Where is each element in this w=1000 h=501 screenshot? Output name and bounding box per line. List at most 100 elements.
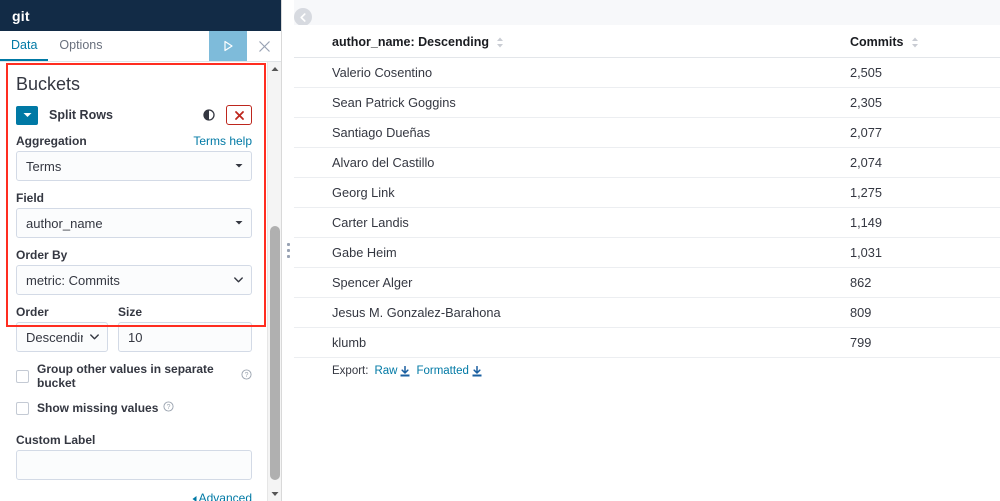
show-missing-values-checkbox[interactable]: [16, 401, 29, 415]
toggle-visibility-button[interactable]: [196, 105, 222, 125]
cell-author: Sean Patrick Goggins: [294, 87, 850, 118]
advanced-label: Advanced: [198, 491, 252, 501]
table-row: klumb 799: [294, 327, 1000, 358]
split-rows-header: Split Rows: [16, 105, 252, 125]
export-formatted-link[interactable]: Formatted: [416, 365, 482, 377]
cell-author: Spencer Alger: [294, 267, 850, 298]
order-label: Order: [16, 305, 49, 319]
column-header-commits[interactable]: Commits: [850, 25, 1000, 58]
visualization-panel: author_name: Descending Commits Valerio …: [294, 0, 1000, 501]
table-row: Jesus M. Gonzalez-Barahona 809: [294, 297, 1000, 328]
remove-x-icon: [234, 110, 244, 120]
collapse-editor-button[interactable]: [294, 8, 312, 26]
order-select[interactable]: [16, 322, 108, 352]
advanced-toggle-link[interactable]: Advanced: [191, 491, 252, 501]
show-missing-values-label: Show missing values: [37, 401, 159, 415]
cell-commits: 2,505: [850, 57, 1000, 88]
caret-down-icon: [271, 492, 279, 496]
cell-author: Carter Landis: [294, 207, 850, 238]
download-icon: [472, 365, 482, 376]
editor-scroll-area: Buckets Split Rows Aggregation Terms hel…: [0, 62, 268, 501]
cell-commits: 1,275: [850, 177, 1000, 208]
custom-label-input[interactable]: [16, 450, 252, 480]
cell-commits: 2,074: [850, 147, 1000, 178]
column-header-commits-label: Commits: [850, 35, 904, 49]
tab-data[interactable]: Data: [0, 31, 49, 61]
export-row: Export: Raw Formatted: [332, 365, 482, 377]
custom-label-label: Custom Label: [16, 433, 96, 447]
cell-author: Valerio Cosentino: [294, 57, 850, 88]
export-raw-link[interactable]: Raw: [374, 365, 410, 377]
cell-commits: 862: [850, 267, 1000, 298]
table-head: author_name: Descending Commits: [294, 25, 1000, 58]
tab-options-label: Options: [59, 38, 103, 52]
cell-commits: 2,305: [850, 87, 1000, 118]
size-label: Size: [118, 305, 143, 319]
svg-text:?: ?: [245, 372, 249, 379]
export-raw-label: Raw: [374, 365, 398, 377]
tab-options[interactable]: Options: [48, 31, 113, 61]
size-input[interactable]: [118, 322, 252, 352]
table-row: Valerio Cosentino 2,505: [294, 57, 1000, 88]
column-header-author-label: author_name: Descending: [332, 35, 489, 49]
table-row: Santiago Dueñas 2,077: [294, 117, 1000, 148]
scroll-up-arrow[interactable]: [268, 62, 281, 76]
buckets-heading: Buckets: [16, 74, 81, 94]
apply-changes-button[interactable]: [209, 31, 247, 61]
editor-panel: git Data Options Buckets Split Rows Aggr…: [0, 0, 282, 501]
cell-commits: 2,077: [850, 117, 1000, 148]
cell-author: Alvaro del Castillo: [294, 147, 850, 178]
cell-author: Gabe Heim: [294, 237, 850, 268]
aggregation-label-row: Aggregation Terms help: [16, 134, 252, 151]
aggregation-select-wrap: [16, 151, 252, 181]
tab-bar-spacer: [114, 31, 210, 61]
page-title: git: [12, 7, 30, 24]
scroll-down-arrow[interactable]: [268, 487, 281, 501]
field-select[interactable]: [16, 208, 252, 238]
panel-resize-handle[interactable]: [282, 0, 294, 501]
split-rows-label: Split Rows: [49, 108, 113, 122]
caret-left-icon: [192, 495, 197, 501]
caret-down-icon: [23, 113, 31, 117]
editor-panel-scrollbar[interactable]: [267, 62, 281, 501]
close-editor-button[interactable]: [247, 31, 281, 61]
split-rows-collapse-button[interactable]: [16, 105, 38, 125]
scrollbar-thumb[interactable]: [270, 226, 280, 480]
field-label: Field: [16, 191, 45, 205]
cell-author: Jesus M. Gonzalez-Barahona: [294, 297, 850, 328]
custom-label-block: Custom Label: [16, 433, 252, 480]
show-missing-values-row[interactable]: Show missing values ?: [16, 399, 252, 417]
cell-commits: 799: [850, 327, 1000, 358]
order-by-select-wrap: [16, 265, 252, 295]
group-other-values-checkbox[interactable]: [16, 369, 29, 383]
size-column: Size: [118, 305, 252, 362]
terms-help-link[interactable]: Terms help: [193, 134, 252, 148]
download-icon: [400, 365, 410, 376]
visualization-table-container: author_name: Descending Commits Valerio …: [294, 25, 1000, 501]
buckets-section: Buckets Split Rows Aggregation Terms hel…: [0, 62, 268, 501]
remove-bucket-button[interactable]: [226, 105, 252, 125]
export-label: Export:: [332, 365, 369, 377]
close-icon: [258, 40, 270, 52]
order-column: Order: [16, 305, 108, 362]
caret-up-icon: [271, 67, 278, 71]
order-by-label: Order By: [16, 248, 68, 262]
help-question-icon[interactable]: ?: [241, 367, 252, 385]
window-title-bar: git: [0, 0, 281, 31]
table-row: Carter Landis 1,149: [294, 207, 1000, 238]
cell-author: Santiago Dueñas: [294, 117, 850, 148]
table-header-row: author_name: Descending Commits: [294, 25, 1000, 58]
column-header-author[interactable]: author_name: Descending: [294, 25, 850, 58]
field-select-wrap: [16, 208, 252, 238]
table-row: Sean Patrick Goggins 2,305: [294, 87, 1000, 118]
aggregation-select[interactable]: [16, 151, 252, 181]
group-other-values-row[interactable]: Group other values in separate bucket ?: [16, 362, 252, 390]
editor-tab-bar: Data Options: [0, 31, 281, 62]
order-size-row: Order Size: [16, 305, 252, 362]
play-icon: [224, 40, 233, 52]
order-by-select[interactable]: [16, 265, 252, 295]
cell-commits: 809: [850, 297, 1000, 328]
table-row: Alvaro del Castillo 2,074: [294, 147, 1000, 178]
table-row: Gabe Heim 1,031: [294, 237, 1000, 268]
help-question-icon[interactable]: ?: [163, 399, 174, 417]
